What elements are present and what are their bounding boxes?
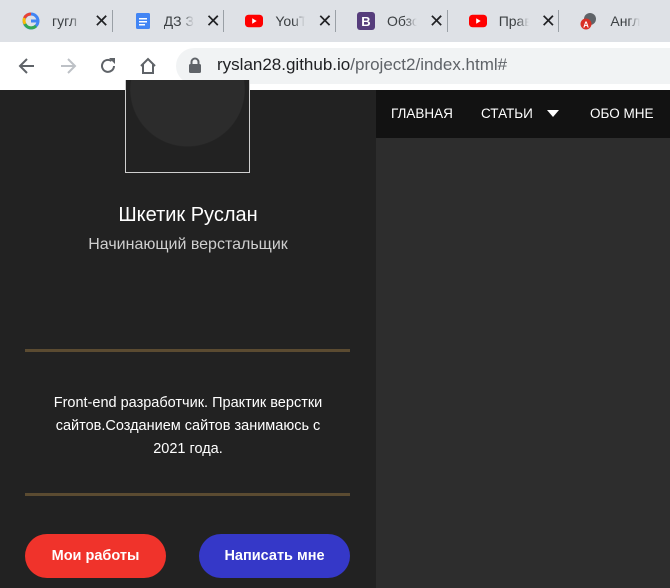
svg-text:B: B <box>361 14 370 29</box>
tab-title: Правила <box>498 13 529 29</box>
tab-youtube[interactable]: YouTube ✕ <box>223 0 335 42</box>
address-url[interactable]: ryslan28.github.io/project2/index.html# <box>217 55 507 75</box>
profile-about: Front-end разработчик. Практик верстки с… <box>53 395 323 457</box>
nav-home[interactable]: ГЛАВНАЯ <box>391 106 453 121</box>
docs-icon <box>134 12 152 30</box>
tab-homework[interactable]: ДЗ Задание ✕ <box>111 0 224 42</box>
tab-english[interactable]: A Английский <box>558 0 670 42</box>
divider <box>25 349 350 352</box>
translate-icon: A <box>580 12 598 30</box>
back-arrow-icon[interactable] <box>15 54 39 78</box>
url-path: /project2/index.html# <box>350 55 508 74</box>
url-host: ryslan28.github.io <box>217 55 351 74</box>
tab-title: ДЗ Задание <box>163 13 194 29</box>
close-icon[interactable]: ✕ <box>429 12 444 30</box>
avatar <box>125 80 250 173</box>
nav-articles[interactable]: СТАТЬИ <box>481 106 533 121</box>
profile-sidebar: Шкетик Руслан Начинающий верстальщик Fro… <box>0 80 376 588</box>
profile-name: Шкетик Руслан <box>118 204 258 226</box>
caret-down-icon[interactable] <box>547 110 559 117</box>
tab-bootstrap[interactable]: B Обзор ✕ <box>335 0 447 42</box>
tab-google-translate[interactable]: гугл переводчик ✕ <box>0 0 112 42</box>
svg-text:A: A <box>583 21 589 30</box>
tab-title: Обзор <box>387 13 418 29</box>
close-icon[interactable]: ✕ <box>317 12 332 30</box>
browser-tab-strip: гугл переводчик ✕ ДЗ Задание ✕ YouTube ✕… <box>0 0 670 42</box>
close-icon[interactable]: ✕ <box>94 12 109 30</box>
divider <box>25 493 350 496</box>
tab-title: гугл переводчик <box>52 13 82 29</box>
tab-youtube-rules[interactable]: Правила ✕ <box>446 0 559 42</box>
tab-title: Английский <box>610 13 641 29</box>
bootstrap-icon: B <box>357 12 376 30</box>
page-viewport: Шкетик Руслан Начинающий верстальщик Fro… <box>0 80 670 588</box>
main-content <box>376 90 670 588</box>
lock-icon[interactable] <box>188 57 202 78</box>
youtube-icon <box>468 12 487 30</box>
my-works-button[interactable]: Мои работы <box>25 534 166 578</box>
nav-about[interactable]: ОБО МНЕ <box>590 106 653 121</box>
top-nav: ГЛАВНАЯ СТАТЬИ ОБО МНЕ <box>376 90 670 138</box>
close-icon[interactable]: ✕ <box>206 12 221 30</box>
close-icon[interactable]: ✕ <box>541 12 556 30</box>
write-me-button[interactable]: Написать мне <box>199 534 350 578</box>
forward-arrow-icon[interactable] <box>56 54 80 78</box>
profile-role: Начинающий верстальщик <box>88 236 288 253</box>
reload-icon[interactable] <box>96 54 120 78</box>
tab-title: YouTube <box>275 13 306 29</box>
youtube-icon <box>245 12 264 30</box>
home-icon[interactable] <box>136 54 160 78</box>
google-icon <box>22 12 40 30</box>
